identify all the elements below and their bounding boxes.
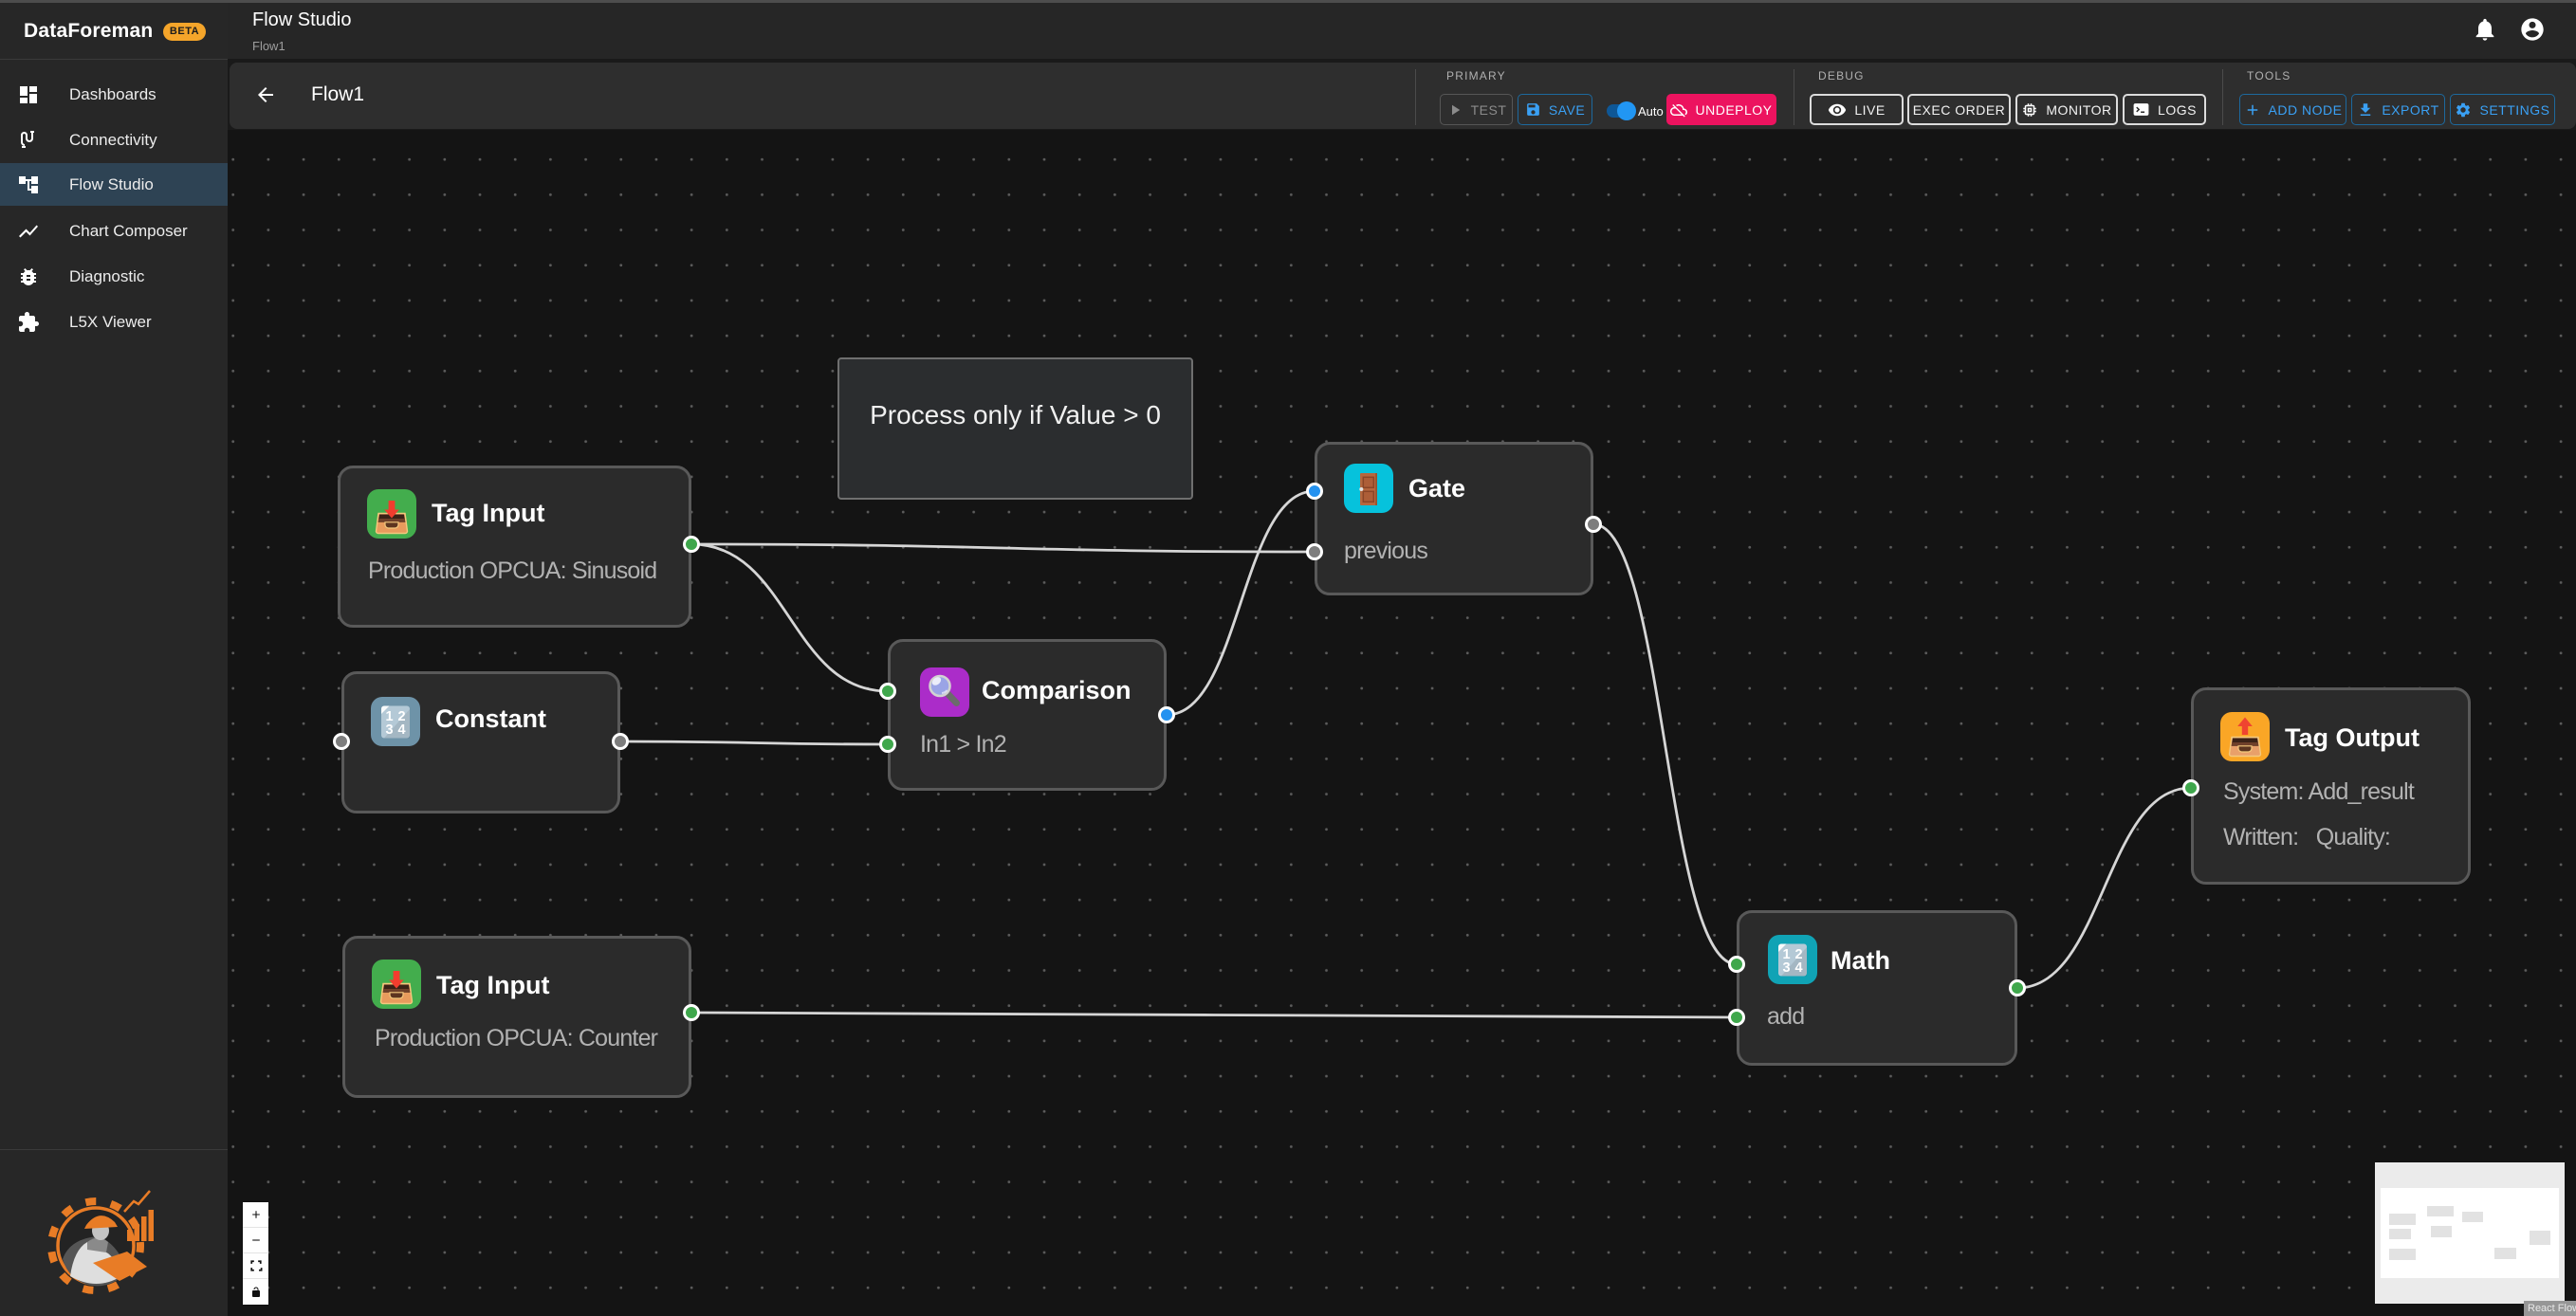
svg-text:4: 4: [1794, 960, 1802, 976]
svg-text:3: 3: [385, 722, 393, 738]
svg-text:4: 4: [397, 722, 405, 738]
svg-text:3: 3: [1782, 960, 1790, 976]
